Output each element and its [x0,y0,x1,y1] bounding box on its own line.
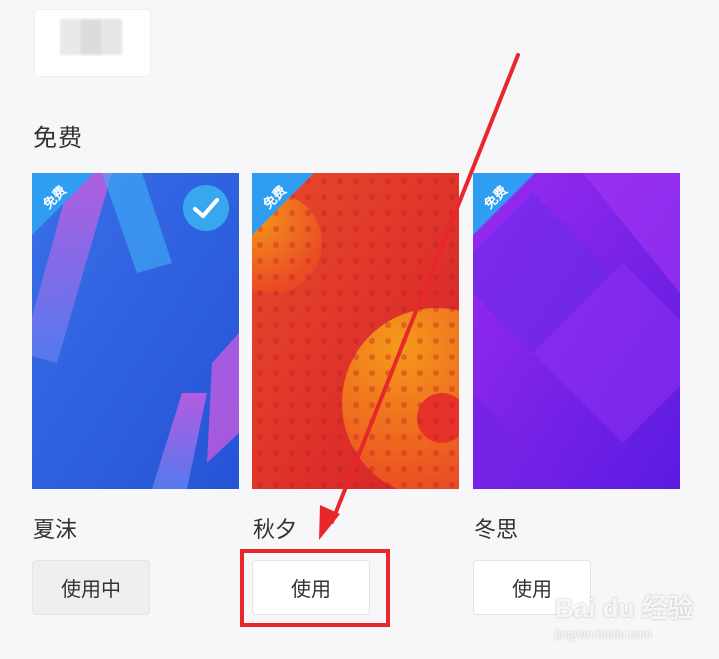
blurred-avatar [60,19,122,55]
check-icon [193,198,219,218]
theme-name-autumn: 秋夕 [253,518,298,543]
watermark-brand: Bai du 经验 [555,593,694,623]
watermark-url: jingyan.baidu.com [555,627,652,641]
theme-name-summer: 夏沫 [33,518,78,543]
baidu-watermark: Bai du 经验 jingyan.baidu.com [555,588,705,648]
theme-card-summer[interactable]: 免费 [32,173,239,489]
theme-card-winter[interactable]: 免费 [473,173,680,489]
selected-check-badge [183,185,229,231]
annotation-highlight-box [240,549,390,627]
theme-1-in-use-button[interactable]: 使用中 [32,560,150,615]
theme-card-autumn[interactable]: 免费 [252,173,459,489]
section-title: 免费 [33,124,83,152]
arrow-head-icon [319,505,340,540]
theme-name-winter: 冬思 [474,518,519,543]
